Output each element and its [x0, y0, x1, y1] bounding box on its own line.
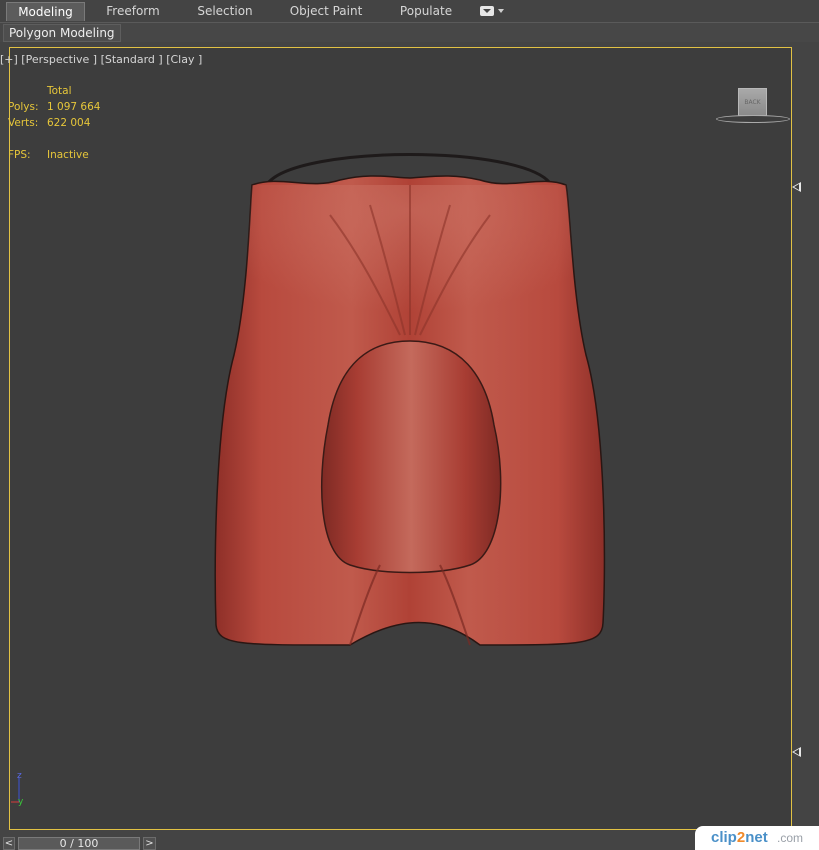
viewcube-compass-ring[interactable] [716, 115, 790, 123]
ribbon-panel-bar: Polygon Modeling [0, 22, 819, 42]
axis-y-label: y [18, 797, 24, 806]
tab-freeform[interactable]: Freeform [96, 2, 170, 21]
tab-populate[interactable]: Populate [390, 2, 462, 21]
viewport-side-strip [792, 47, 819, 830]
timeline-prev-button[interactable]: < [3, 837, 15, 850]
axis-tripod-icon: z y [11, 771, 24, 806]
viewport-marker-top-icon [792, 182, 801, 192]
viewport-label-menu[interactable]: [+] [Perspective ] [Standard ] [Clay ] [0, 53, 202, 66]
timeline-next-button[interactable]: > [143, 837, 156, 850]
verts-label: Verts: [8, 117, 39, 129]
clip2net-watermark: clip2net .com [695, 826, 819, 850]
viewport-marker-bottom-icon [792, 747, 801, 757]
tab-selection[interactable]: Selection [188, 2, 262, 21]
chevron-down-icon [480, 6, 494, 16]
polys-label: Polys: [8, 101, 39, 113]
verts-value: 622 004 [47, 117, 91, 129]
axis-z-label: z [17, 771, 22, 781]
dropdown-arrow-icon [498, 9, 504, 13]
polygon-modeling-panel-button[interactable]: Polygon Modeling [3, 24, 121, 42]
watermark-logo: clip2net [711, 829, 768, 846]
ribbon-options-dropdown[interactable] [480, 5, 506, 18]
vest-opening [321, 340, 502, 574]
polys-value: 1 097 664 [47, 101, 101, 113]
fps-label: FPS: [8, 149, 31, 161]
ribbon-tabbar: Modeling Freeform Selection Object Paint… [0, 0, 819, 22]
viewcube[interactable]: BACK [713, 86, 793, 128]
timeline-slider[interactable]: 0 / 100 [18, 837, 140, 850]
clay-vest-model[interactable] [210, 145, 610, 653]
tab-modeling[interactable]: Modeling [6, 2, 85, 21]
watermark-suffix: .com [777, 831, 804, 845]
stats-header: Total [47, 85, 72, 97]
tab-object-paint[interactable]: Object Paint [280, 2, 372, 21]
fps-value: Inactive [47, 149, 89, 161]
viewcube-back-face[interactable]: BACK [738, 88, 767, 116]
